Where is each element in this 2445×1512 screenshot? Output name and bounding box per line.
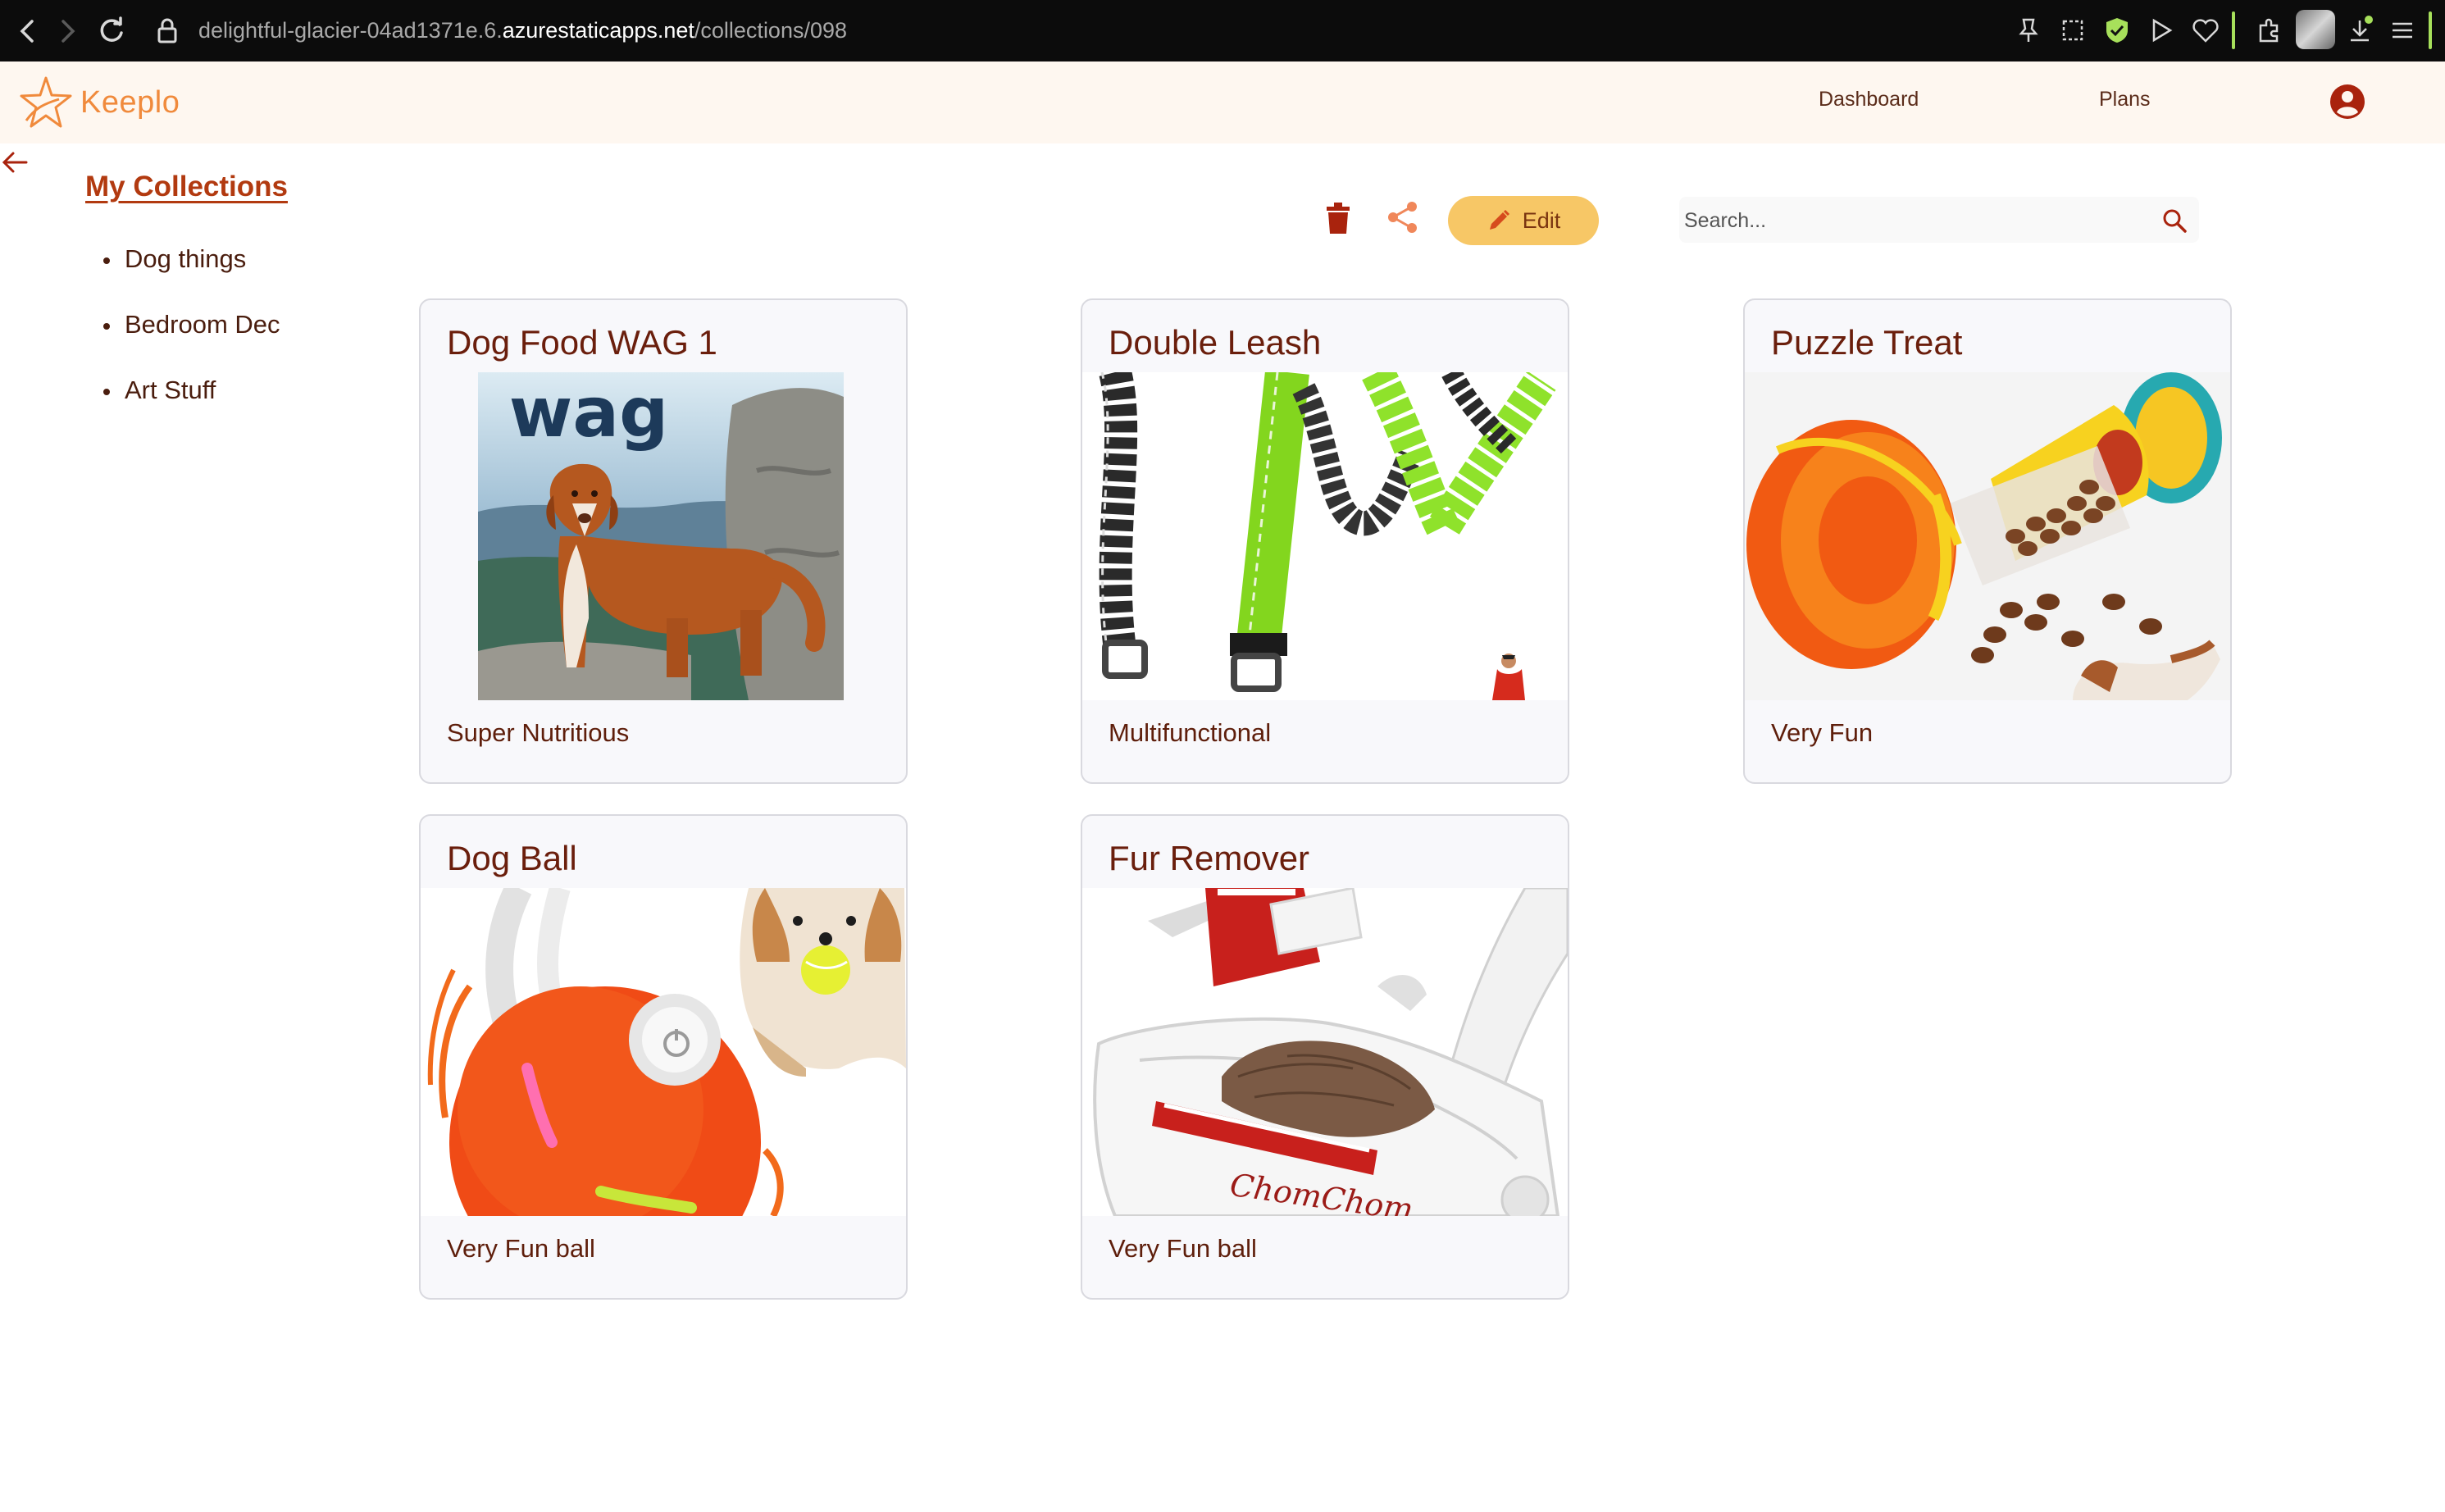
item-card-puzzle-treat[interactable]: Puzzle Treat Very Fun bbox=[1743, 298, 2232, 784]
collections-list: Dog things Bedroom Dec Art Stuff bbox=[98, 244, 280, 441]
back-icon[interactable] bbox=[11, 15, 44, 48]
fur-remover-image: ChomChom bbox=[1082, 888, 1568, 1216]
dog-food-wag-image: wag bbox=[421, 372, 906, 700]
search-box bbox=[1679, 197, 2199, 244]
url-prefix: delightful-glacier-04ad1371e.6. bbox=[198, 18, 503, 43]
trash-icon[interactable] bbox=[1322, 200, 1355, 236]
browser-toolbar: delightful-glacier-04ad1371e.6.azurestat… bbox=[0, 0, 2445, 61]
wag-logo-text: wag bbox=[509, 372, 668, 453]
item-card-dog-food[interactable]: Dog Food WAG 1 wag Super Nutritious bbox=[419, 298, 908, 784]
screenshot-icon[interactable] bbox=[2058, 16, 2088, 45]
item-card-fur-remover[interactable]: Fur Remover ChomChom Very Fun ball bbox=[1081, 814, 1569, 1300]
card-title: Fur Remover bbox=[1109, 839, 1310, 877]
user-account-icon[interactable] bbox=[2329, 83, 2366, 121]
dog-ball-image bbox=[421, 888, 906, 1216]
reload-icon[interactable] bbox=[95, 15, 128, 48]
collection-item-bedroom-dec[interactable]: Bedroom Dec bbox=[98, 310, 280, 376]
app-header: Keeplo Dashboard Plans bbox=[0, 61, 2445, 143]
toolbar-separator bbox=[2232, 11, 2235, 49]
download-icon[interactable] bbox=[2345, 16, 2374, 45]
search-icon[interactable] bbox=[2160, 207, 2188, 235]
card-title: Dog Food WAG 1 bbox=[447, 323, 717, 362]
card-description: Very Fun ball bbox=[1109, 1234, 1257, 1263]
card-title: Dog Ball bbox=[447, 839, 577, 877]
nav-plans[interactable]: Plans bbox=[2099, 88, 2151, 112]
collection-item-dog-things[interactable]: Dog things bbox=[98, 244, 280, 310]
heart-icon[interactable] bbox=[2191, 16, 2220, 45]
pencil-icon bbox=[1489, 209, 1509, 230]
card-description: Very Fun bbox=[1771, 718, 1874, 747]
share-icon[interactable] bbox=[1386, 200, 1420, 235]
play-icon[interactable] bbox=[2147, 16, 2176, 45]
nav-dashboard[interactable]: Dashboard bbox=[1819, 88, 1919, 112]
edit-label: Edit bbox=[1522, 207, 1561, 233]
item-card-double-leash[interactable]: Double Leash Multifunctional bbox=[1081, 298, 1569, 784]
search-input[interactable] bbox=[1679, 197, 2145, 244]
item-card-dog-ball[interactable]: Dog Ball Very Fun ball bbox=[419, 814, 908, 1300]
edit-button[interactable]: Edit bbox=[1448, 196, 1599, 245]
url-path: /collections/098 bbox=[694, 18, 848, 43]
back-arrow-icon[interactable] bbox=[0, 148, 30, 177]
address-bar[interactable]: delightful-glacier-04ad1371e.6.azurestat… bbox=[198, 13, 847, 48]
forward-icon[interactable] bbox=[51, 15, 84, 48]
pin-icon[interactable] bbox=[2014, 16, 2043, 45]
logo[interactable]: Keeplo bbox=[18, 73, 180, 132]
menu-icon[interactable] bbox=[2388, 16, 2417, 45]
card-title: Puzzle Treat bbox=[1771, 323, 1963, 362]
collection-item-art-stuff[interactable]: Art Stuff bbox=[98, 376, 280, 441]
profile-avatar[interactable] bbox=[2296, 10, 2335, 49]
star-logo-icon bbox=[20, 76, 72, 128]
card-title: Double Leash bbox=[1109, 323, 1322, 362]
card-description: Multifunctional bbox=[1109, 718, 1272, 747]
card-description: Super Nutritious bbox=[447, 718, 630, 747]
shield-check-icon[interactable] bbox=[2102, 16, 2132, 45]
toolbar-edge bbox=[2429, 11, 2432, 49]
url-host: azurestaticapps.net bbox=[502, 18, 694, 43]
card-description: Very Fun ball bbox=[447, 1234, 595, 1263]
double-leash-image bbox=[1082, 372, 1568, 700]
lock-icon[interactable] bbox=[151, 15, 184, 48]
extensions-icon[interactable] bbox=[2255, 16, 2284, 45]
puzzle-treat-image bbox=[1745, 372, 2230, 700]
sidebar-title[interactable]: My Collections bbox=[85, 171, 288, 203]
logo-text: Keeplo bbox=[80, 84, 180, 120]
